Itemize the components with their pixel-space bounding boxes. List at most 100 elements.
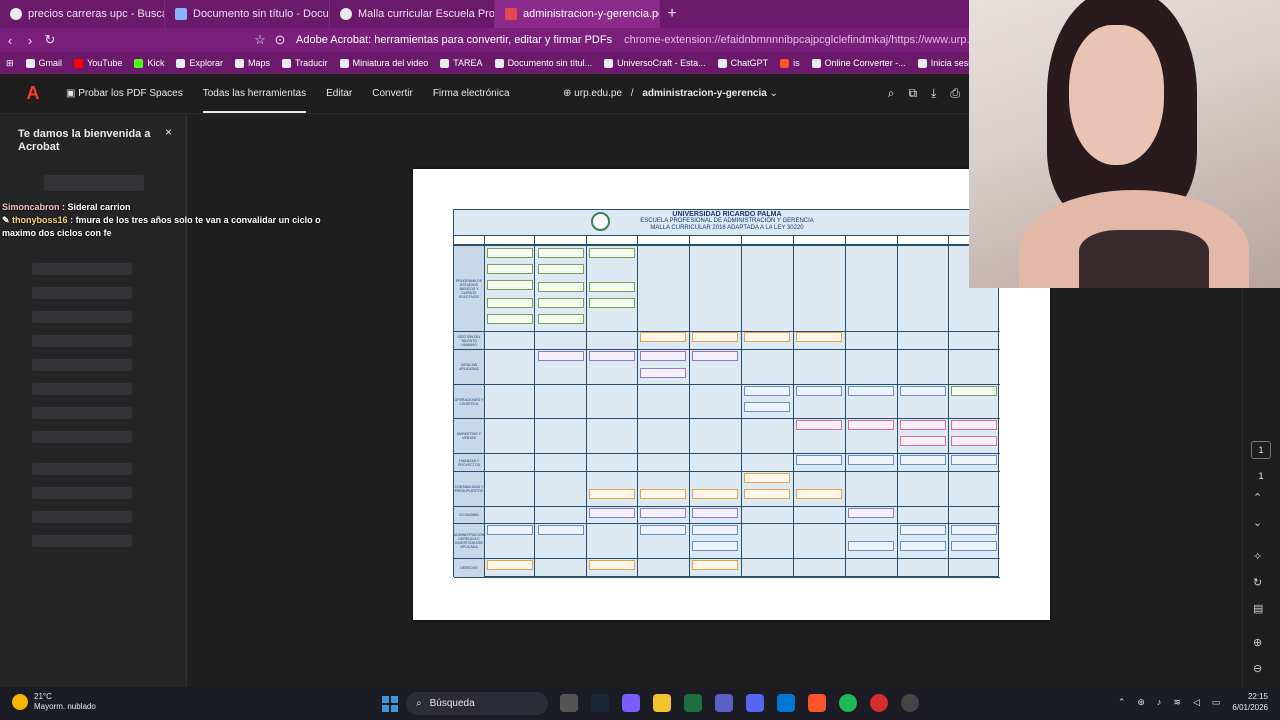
mail-icon[interactable] — [777, 694, 795, 712]
tab-google-search[interactable]: precios carreras upc - Buscar con Go — [0, 0, 165, 28]
tab-docs[interactable]: Documento sin título - Documentos — [165, 0, 330, 28]
bookmark-item[interactable]: UniversoCraft - Esta... — [604, 58, 706, 68]
translate-icon — [281, 58, 291, 68]
network-icon[interactable]: ⊛ — [1137, 697, 1145, 708]
bookmark-icon — [494, 58, 504, 68]
search-icon[interactable]: ⌕ — [888, 86, 895, 101]
acrobat-logo-icon[interactable]: A — [20, 81, 46, 107]
teams-icon[interactable] — [715, 694, 733, 712]
course-box — [640, 332, 686, 342]
bookmark-item[interactable]: Online Converter -... — [811, 58, 906, 68]
chevron-up-icon[interactable]: ⌃ — [1253, 491, 1262, 504]
brave-icon[interactable] — [808, 694, 826, 712]
bookmark-item[interactable]: is — [780, 58, 800, 68]
rotate-icon[interactable]: ↻ — [1253, 576, 1262, 589]
bookmark-icon — [25, 58, 35, 68]
bookmark-item[interactable]: Miniatura del video — [339, 58, 428, 68]
tab-pdf[interactable]: administracion-y-gerencia.pdf✕ — [495, 0, 660, 28]
site-icon — [340, 8, 352, 20]
curriculum-header: UNIVERSIDAD RICARDO PALMA ESCUELA PROFES… — [640, 211, 814, 231]
weather-widget[interactable]: 21°C Mayorm. nublado — [12, 692, 96, 712]
course-box — [692, 508, 738, 518]
bookmark-item[interactable]: Gmail — [25, 58, 62, 68]
back-icon[interactable]: ‹ — [0, 28, 20, 52]
course-box — [744, 402, 790, 412]
bookmark-item[interactable]: TAREA — [440, 58, 483, 68]
course-box — [744, 332, 790, 342]
bookmark-item[interactable]: Explorar — [176, 58, 223, 68]
print-icon[interactable]: ⎙ — [950, 86, 960, 101]
nav-all-tools[interactable]: Todas las herramientas — [202, 88, 307, 113]
pencil-badge-icon: ✎ — [2, 215, 13, 225]
forward-icon[interactable]: › — [20, 28, 40, 52]
nav-edit[interactable]: Editar — [326, 88, 352, 99]
course-box — [640, 525, 686, 535]
nav-convert[interactable]: Convertir — [372, 88, 413, 99]
chevron-up-icon[interactable]: ⌃ — [1118, 697, 1126, 708]
chat-message: ✎ thonyboss16 : fmura de los tres años s… — [2, 215, 321, 238]
grid-row-line — [454, 471, 1000, 472]
excel-icon[interactable] — [684, 694, 702, 712]
site-label[interactable]: Adobe Acrobat: herramientas para convert… — [296, 34, 612, 46]
volume-icon[interactable]: ◁ — [1193, 697, 1200, 708]
wifi-icon[interactable]: ≋ — [1173, 697, 1181, 708]
chevron-down-icon[interactable]: ⌄ — [1253, 516, 1262, 529]
discord-icon[interactable] — [746, 694, 764, 712]
course-box — [744, 473, 790, 483]
ai-assistant-icon[interactable]: ✧ — [1253, 550, 1262, 563]
spotify-icon[interactable] — [839, 694, 857, 712]
docs-icon — [175, 8, 187, 20]
bookmark-icon — [176, 58, 186, 68]
file-breadcrumb[interactable]: ⊕ urp.edu.pe / administracion-y-gerencia… — [563, 88, 778, 99]
new-tab-button[interactable]: + — [660, 0, 684, 28]
course-box — [692, 332, 738, 342]
bookmark-item[interactable]: Traducir — [281, 58, 328, 68]
zoom-in-icon[interactable]: ⊕ — [1253, 636, 1262, 649]
close-icon[interactable]: × — [165, 125, 172, 139]
try-spaces-button[interactable]: ▣ Probar los PDF Spaces — [66, 88, 183, 99]
taskbar-search[interactable]: ⌕ Búsqueda — [406, 692, 548, 715]
course-box — [692, 541, 738, 551]
skeleton-line — [32, 311, 132, 323]
pages-icon[interactable]: ⧉ — [909, 86, 918, 101]
pdf-page: UNIVERSIDAD RICARDO PALMA ESCUELA PROFES… — [413, 169, 1050, 620]
tab-malla[interactable]: Malla curricular Escuela Profesional A — [330, 0, 495, 28]
bookmark-item[interactable]: Maps — [234, 58, 270, 68]
bookmark-item[interactable]: Documento sin títul... — [494, 58, 592, 68]
nav-esign[interactable]: Firma electrónica — [433, 88, 510, 99]
folder-icon[interactable] — [653, 694, 671, 712]
row-label: FINANZAS Y PROYECTOS — [454, 454, 484, 471]
app-icon[interactable] — [622, 694, 640, 712]
course-box — [900, 386, 946, 396]
stream-chat-overlay: Simoncabron : Sideral carrion ✎ thonybos… — [2, 201, 329, 240]
row-label: ADMINISTRACIÓN GERENCIA E INVESTIGACIÓN … — [454, 524, 484, 558]
bookmark-item[interactable]: YouTube — [74, 58, 122, 68]
github-icon[interactable] — [901, 694, 919, 712]
bookmark-icon[interactable]: ☆ — [250, 28, 270, 52]
apps-icon[interactable]: ⊞ — [6, 58, 14, 69]
url-input[interactable]: chrome-extension://efaidnbmnnnibpcajpcgl… — [624, 34, 1021, 46]
grid-column-line — [948, 235, 949, 577]
course-box — [951, 541, 997, 551]
document-icon[interactable]: ▤ — [1253, 602, 1263, 615]
download-icon[interactable]: ⤓ — [931, 86, 936, 101]
course-box — [589, 298, 635, 308]
steam-icon[interactable] — [591, 694, 609, 712]
skeleton-line — [32, 335, 132, 347]
app-icon[interactable] — [870, 694, 888, 712]
battery-icon[interactable]: ▭ — [1212, 697, 1221, 708]
page-number-input[interactable]: 1 — [1251, 441, 1271, 459]
bookmark-item[interactable]: ChatGPT — [717, 58, 768, 68]
course-box — [796, 455, 842, 465]
globe-icon: ⊕ — [563, 88, 575, 99]
zoom-out-icon[interactable]: ⊖ — [1253, 662, 1262, 675]
bookmark-item[interactable]: Kick — [134, 58, 164, 68]
course-box — [487, 525, 533, 535]
course-box — [538, 351, 584, 361]
clock[interactable]: 22:15 6/01/2026 — [1232, 691, 1268, 713]
taskview-icon[interactable] — [560, 694, 578, 712]
mic-icon[interactable]: ♪ — [1157, 697, 1162, 707]
reload-icon[interactable]: ↻ — [40, 28, 60, 52]
course-box — [487, 280, 533, 290]
start-button[interactable] — [382, 696, 398, 712]
